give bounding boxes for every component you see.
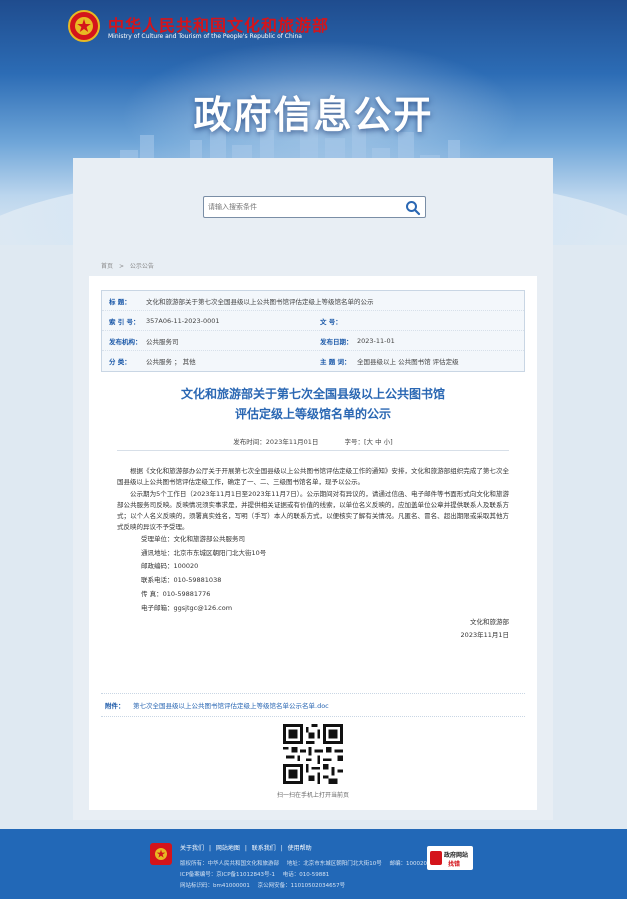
attachment-row: 附件： 第七次全国县级以上公共图书馆评估定级上等级馆名单公示名单.doc: [101, 693, 525, 717]
meta-subject-value: 全国县级以上 公共图书馆 评估定级: [357, 358, 459, 366]
meta-index-label: 索 引 号：: [109, 317, 140, 326]
national-emblem-icon: [68, 10, 100, 42]
attachment-link[interactable]: 第七次全国县级以上公共图书馆评估定级上等级馆名单公示名单.doc: [133, 700, 329, 710]
footer-link-contact[interactable]: 联系我们: [252, 845, 276, 852]
contact-fax: 传 真：010-59881776: [141, 589, 211, 598]
footer-link-about[interactable]: 关于我们: [180, 845, 204, 852]
document-info-row: 发布时间：2023年11月01日 字号：[大 中 小]: [89, 436, 537, 446]
document-title: 文化和旅游部关于第七次全国县级以上公共图书馆 评估定级上等级馆名单的公示: [89, 384, 537, 424]
meta-publisher-label: 发布机构：: [109, 337, 142, 346]
footer-separator: |: [244, 845, 247, 852]
meta-date-value: 2023-11-01: [357, 336, 395, 345]
signature-block: 文化和旅游部 2023年11月1日: [461, 616, 509, 642]
banner-title: 政府信息公开: [193, 93, 434, 137]
publish-time: 发布时间：2023年11月01日: [233, 438, 319, 446]
report-icon: [430, 851, 442, 865]
footer-icp[interactable]: ICP备案编号：京ICP备11012843号-1: [180, 872, 275, 878]
footer-police-record[interactable]: 京公网安备：11010502034657号: [258, 883, 346, 889]
gov-website-error-report-badge[interactable]: 政府网站 找错: [427, 846, 473, 870]
ministry-name-en: Ministry of Culture and Tourism of the P…: [108, 33, 302, 40]
document-title-line1: 文化和旅游部关于第七次全国县级以上公共图书馆: [180, 387, 445, 401]
meta-table: 标 题： 文化和旅游部关于第七次全国县级以上公共图书馆评估定级上等级馆名单的公示…: [101, 290, 525, 372]
footer-separator: |: [208, 845, 211, 852]
breadcrumb-notices[interactable]: 公示公告: [130, 263, 154, 270]
document-title-line2: 评估定级上等级馆名单的公示: [234, 407, 391, 421]
search-box: [203, 196, 426, 218]
meta-category-label: 分 类：: [109, 358, 131, 366]
meta-index-value: 357A06-11-2023-0001: [146, 316, 220, 325]
meta-title-value: 文化和旅游部关于第七次全国县级以上公共图书馆评估定级上等级馆名单的公示: [146, 297, 374, 306]
search-input[interactable]: [206, 199, 396, 215]
footer-link-help[interactable]: 使用帮助: [288, 845, 312, 852]
breadcrumb-separator: >: [118, 263, 124, 270]
font-size-control[interactable]: 字号：[大 中 小]: [344, 438, 392, 446]
footer-separator: |: [280, 845, 283, 852]
footer-id-line: 网站标识码：bm41000001 京公网安备：11010502034657号: [180, 881, 351, 889]
footer-copyright: 版权所有：中华人民共和国文化和旅游部: [180, 861, 280, 867]
footer-address: 地址：北京市东城区朝阳门北大街10号: [286, 861, 382, 867]
footer-icp-line: ICP备案编号：京ICP备11012843号-1 电话：010-59881: [180, 870, 335, 878]
contact-info: 受理单位：文化和旅游部公共服务司 通讯地址：北京市东城区朝阳门北大街10号 邮政…: [117, 534, 509, 617]
national-emblem-icon: [150, 843, 172, 865]
meta-subject-label: 主 题 词：: [320, 358, 351, 366]
signature-date: 2023年11月1日: [460, 631, 509, 639]
main-panel: 首页 > 公示公告 标 题： 文化和旅游部关于第七次全国县级以上公共图书馆评估定…: [73, 158, 553, 820]
meta-row-index: 索 引 号： 357A06-11-2023-0001 文 号：: [102, 311, 524, 331]
meta-date-label: 发布日期：: [320, 337, 353, 346]
qr-caption: 扫一扫在手机上打开当前页: [276, 792, 349, 799]
footer-postcode: 邮编：100020: [389, 861, 428, 867]
contact-postcode: 邮政编码：100020: [141, 562, 199, 571]
footer-links: 关于我们 | 网站地图 | 联系我们 | 使用帮助: [180, 843, 315, 852]
search-icon[interactable]: [405, 200, 421, 216]
signature-org: 文化和旅游部: [470, 618, 509, 626]
meta-publisher-value: 公共服务司: [146, 337, 179, 346]
meta-category-value: 公共服务 ； 其他: [146, 358, 196, 366]
badge-line2: 找错: [448, 861, 461, 868]
meta-row-category: 分 类： 公共服务 ； 其他 主 题 词： 全国县级以上 公共图书馆 评估定级: [102, 351, 524, 371]
contact-email: 电子邮箱：ggsjtgc@126.com: [141, 603, 233, 612]
breadcrumb: 首页 > 公示公告: [101, 261, 158, 270]
breadcrumb-home[interactable]: 首页: [101, 263, 113, 270]
body-paragraph-1: 根据《文化和旅游部办公厅关于开展第七次全国县级以上公共图书馆评估定级工作的通知》…: [117, 467, 509, 487]
footer-link-sitemap[interactable]: 网站地图: [216, 845, 240, 852]
footer-site-id: 网站标识码：bm41000001: [180, 883, 250, 889]
footer-phone: 电话：010-59881: [282, 872, 330, 878]
meta-row-title: 标 题： 文化和旅游部关于第七次全国县级以上公共图书馆评估定级上等级馆名单的公示: [102, 291, 524, 311]
body-paragraph-2: 公示期为5个工作日（2023年11月1日至2023年11月7日）。公示期间对有异…: [117, 489, 509, 532]
contact-unit: 受理单位：文化和旅游部公共服务司: [141, 534, 245, 543]
meta-row-publisher: 发布机构： 公共服务司 发布日期： 2023-11-01: [102, 331, 524, 351]
badge-line1: 政府网站: [444, 852, 469, 859]
meta-title-label: 标 题：: [109, 297, 131, 306]
footer-copyright-line: 版权所有：中华人民共和国文化和旅游部 地址：北京市东城区朝阳门北大街10号 邮编…: [180, 859, 433, 867]
article-card: 标 题： 文化和旅游部关于第七次全国县级以上公共图书馆评估定级上等级馆名单的公示…: [89, 276, 537, 810]
footer: 关于我们 | 网站地图 | 联系我们 | 使用帮助 版权所有：中华人民共和国文化…: [0, 829, 627, 899]
divider: [117, 450, 509, 451]
qr-code-icon: [283, 724, 343, 784]
contact-phone: 联系电话：010-59881038: [141, 576, 222, 585]
contact-address: 通讯地址：北京市东城区朝阳门北大街10号: [141, 548, 267, 557]
document-body: 根据《文化和旅游部办公厅关于开展第七次全国县级以上公共图书馆评估定级工作的通知》…: [117, 466, 509, 617]
attachment-label: 附件：: [105, 702, 125, 710]
meta-docno-label: 文 号：: [320, 317, 342, 326]
